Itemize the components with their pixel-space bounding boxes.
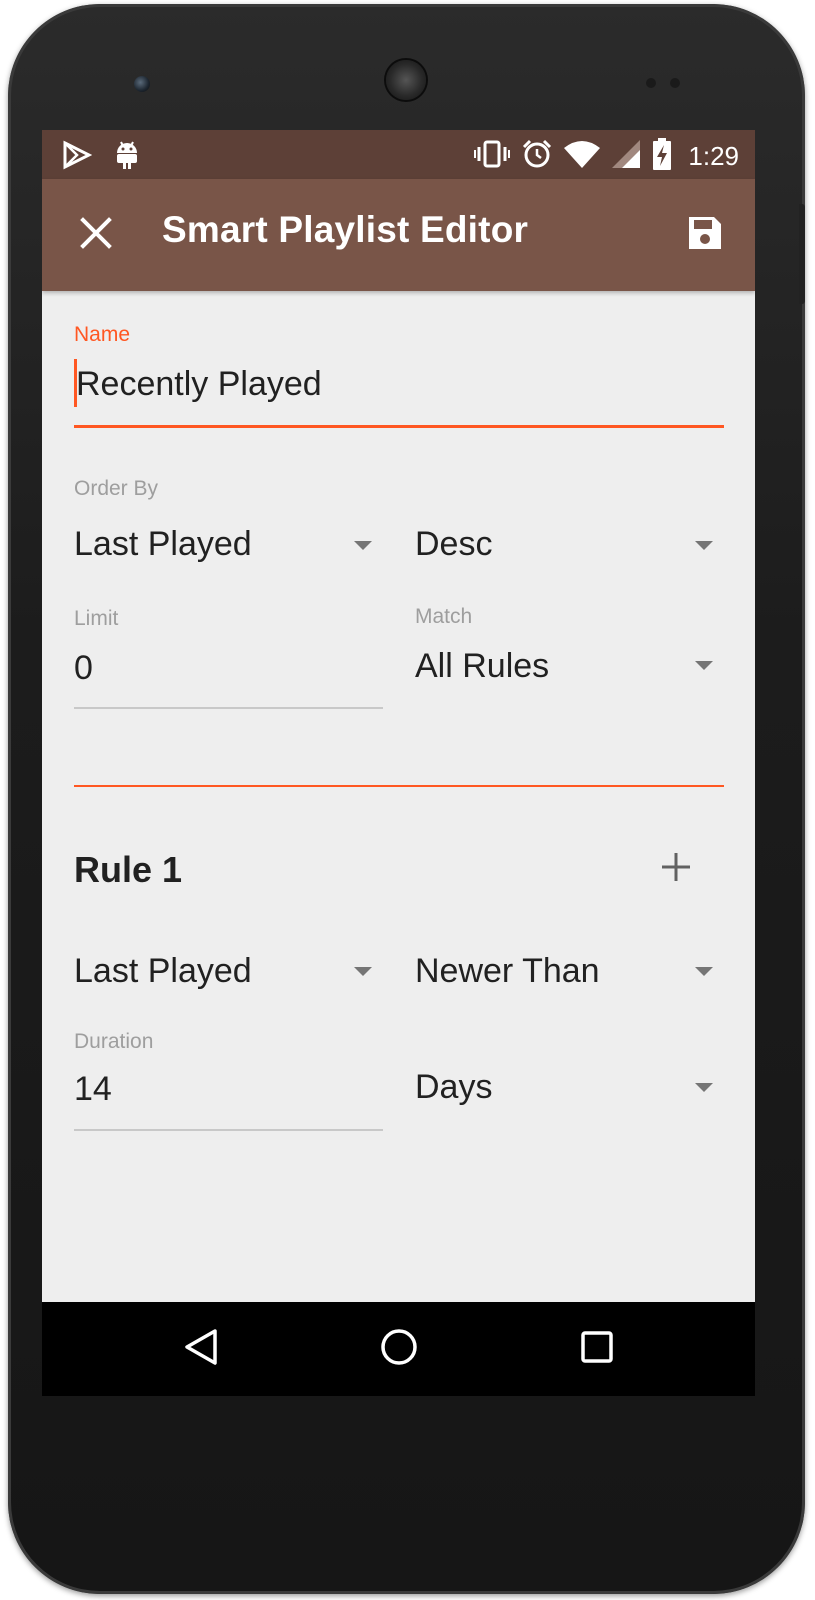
- name-label: Name: [74, 323, 131, 346]
- order-direction-value: Desc: [415, 525, 493, 563]
- screen: 1:29 Smart Playlist Editor Name Recently…: [42, 130, 755, 1396]
- order-by-field-value: Last Played: [74, 525, 252, 563]
- recents-button[interactable]: [572, 1324, 622, 1374]
- duration-label: Duration: [74, 1030, 154, 1053]
- recents-icon: [580, 1330, 614, 1368]
- dropdown-arrow-icon: [695, 967, 713, 976]
- limit-input-underline: [74, 707, 383, 709]
- dropdown-arrow-icon: [354, 967, 372, 976]
- android-icon: [114, 140, 140, 174]
- home-button[interactable]: [374, 1324, 424, 1374]
- home-icon: [380, 1328, 418, 1370]
- close-icon: [80, 217, 112, 253]
- page-title: Smart Playlist Editor: [162, 209, 529, 250]
- status-clock: 1:29: [688, 140, 739, 171]
- back-icon: [183, 1328, 219, 1370]
- save-icon: [686, 214, 724, 256]
- proximity-sensor: [646, 78, 656, 88]
- duration-input-underline: [74, 1129, 383, 1131]
- rule-title: Rule 1: [74, 849, 183, 890]
- rule-operator-value: Newer Than: [415, 952, 600, 990]
- duration-unit-value: Days: [415, 1068, 493, 1106]
- add-rule-button[interactable]: [652, 845, 700, 893]
- earpiece-speaker: [386, 60, 426, 100]
- limit-label: Limit: [74, 607, 119, 630]
- front-camera: [134, 76, 150, 92]
- navigation-bar: [42, 1302, 755, 1396]
- dropdown-arrow-icon: [695, 1083, 713, 1092]
- rule-field-value: Last Played: [74, 952, 252, 990]
- dropdown-arrow-icon: [695, 541, 713, 550]
- name-input[interactable]: Recently Played: [76, 365, 322, 404]
- status-bar: 1:29: [42, 130, 755, 179]
- match-label: Match: [415, 605, 473, 628]
- close-button[interactable]: [72, 211, 120, 259]
- plus-icon: [660, 851, 692, 887]
- dropdown-arrow-icon: [695, 661, 713, 670]
- order-by-label: Order By: [74, 477, 159, 500]
- match-value: All Rules: [415, 647, 550, 685]
- section-divider: [74, 785, 724, 787]
- wifi-icon: [564, 140, 601, 172]
- cell-signal-icon: [612, 140, 641, 172]
- dropdown-arrow-icon: [354, 541, 372, 550]
- power-button: [799, 204, 805, 304]
- alarm-icon: [522, 139, 552, 173]
- limit-input[interactable]: 0: [74, 649, 93, 688]
- play-store-icon: [62, 140, 93, 174]
- back-button[interactable]: [176, 1324, 226, 1374]
- duration-input[interactable]: 14: [74, 1070, 112, 1109]
- vibrate-icon: [474, 139, 511, 173]
- battery-charging-icon: [652, 138, 672, 174]
- name-input-underline: [74, 425, 724, 428]
- save-button[interactable]: [679, 209, 731, 261]
- light-sensor: [670, 78, 680, 88]
- app-bar: Smart Playlist Editor: [42, 179, 755, 291]
